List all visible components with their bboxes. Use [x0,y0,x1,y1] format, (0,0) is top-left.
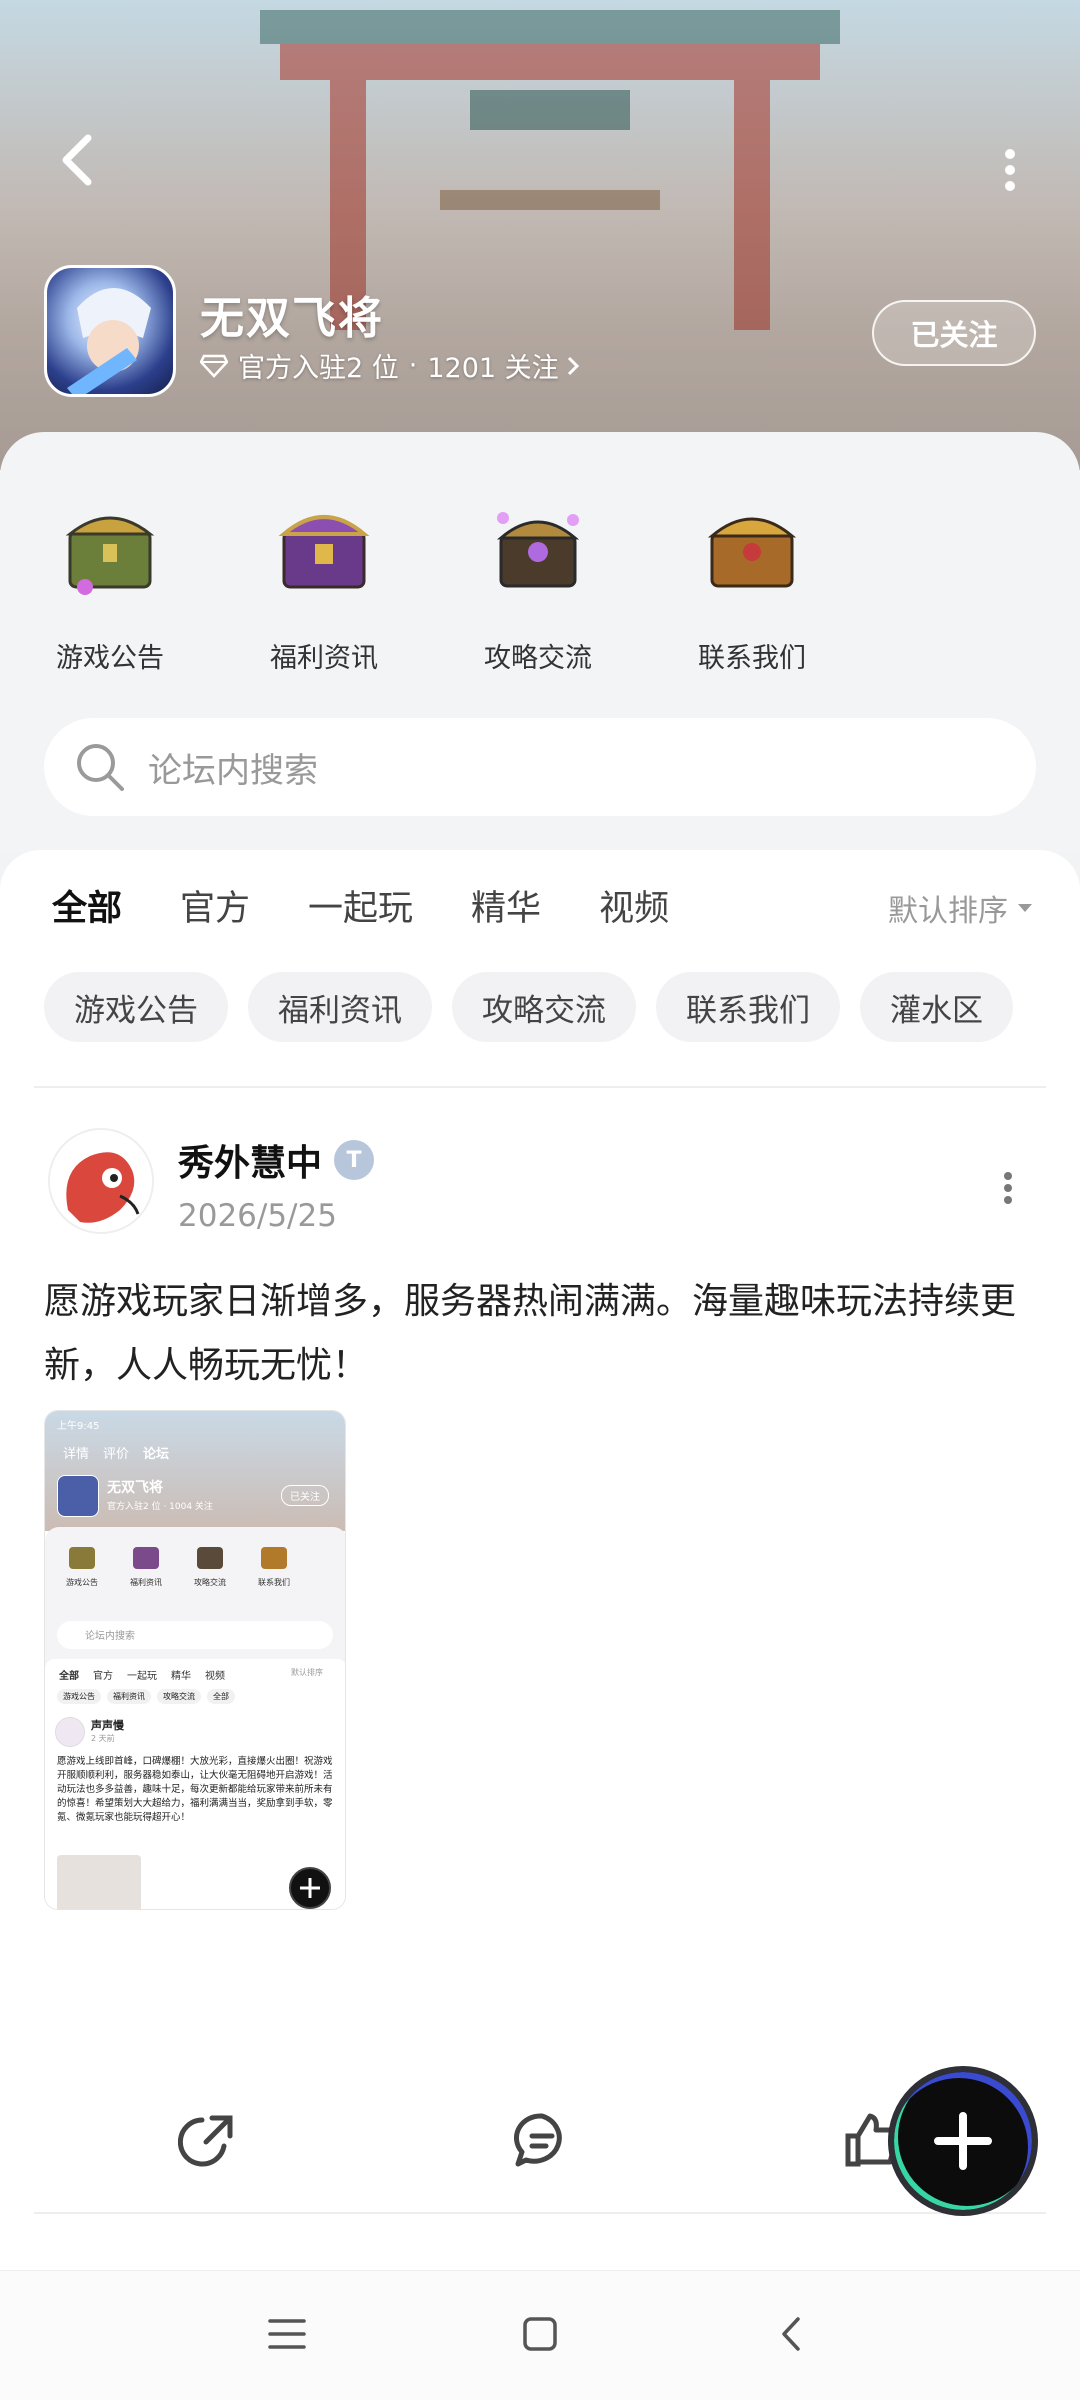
thumb-title: 无双飞将 [107,1480,163,1496]
category-game-announcement[interactable]: 游戏公告 [40,492,180,675]
divider [34,2212,1046,2214]
divider [34,1086,1046,1088]
forum-search-bar[interactable]: 论坛内搜索 [44,718,1036,816]
thumb-cat: 福利资讯 [123,1547,169,1588]
thumb-tab: 详情 [63,1447,90,1462]
tab-video[interactable]: 视频 [599,880,669,931]
thumb-tab: 评价 [103,1447,130,1462]
tab-all[interactable]: 全部 [52,880,122,939]
author-name: 秀外慧中 [178,1143,323,1184]
thumb-tab: 论坛 [143,1447,170,1462]
feed-tabs: 全部 官方 一起玩 精华 视频 [52,880,727,939]
create-post-button[interactable] [888,2066,1038,2216]
diamond-icon [200,354,228,378]
share-icon[interactable] [178,2110,238,2170]
thumb-sort: 默认排序 [291,1668,323,1677]
meta-separator: · [408,350,418,381]
category-contact-us[interactable]: 联系我们 [682,492,822,675]
post-more-icon[interactable] [994,1168,1022,1208]
chip-contact-us[interactable]: 联系我们 [656,972,840,1042]
menu-icon[interactable] [264,2311,310,2357]
post-date: 2026/5/25 [178,1198,337,1234]
thumb-cats: 游戏公告 福利资讯 攻略交流 联系我们 [59,1547,297,1588]
filter-chips: 游戏公告 福利资讯 攻略交流 联系我们 灌水区 [44,972,1013,1042]
search-placeholder: 论坛内搜索 [148,750,318,791]
chip-strategy-exchange[interactable]: 攻略交流 [452,972,636,1042]
plus-icon [934,2112,992,2170]
tab-play-together[interactable]: 一起玩 [308,880,413,931]
search-icon [77,744,124,791]
sort-label: 默认排序 [888,894,1008,929]
tab-featured[interactable]: 精华 [471,880,541,931]
follow-button[interactable]: 已关注 [872,300,1036,366]
thumb-feed-tabs: 全部 官方 一起玩 精华 视频 [59,1671,225,1682]
gold-chest-icon [707,517,797,588]
green-chest-icon [65,516,155,595]
chip-chat-area[interactable]: 灌水区 [860,972,1013,1042]
thumb-sub: 官方入驻2 位 · 1004 关注 [107,1502,213,1512]
thumb-post-image [57,1855,141,1909]
back-arrow-icon[interactable] [50,130,110,190]
thumb-time-ago: 2 天前 [91,1734,115,1743]
category-label: 游戏公告 [56,643,164,674]
thumb-header: 上午9:45 详情 评价 论坛 无双飞将 官方入驻2 位 · 1004 关注 已… [45,1411,345,1531]
more-vertical-icon[interactable] [990,140,1030,200]
category-label: 攻略交流 [484,643,592,674]
forum-feed: 全部 官方 一起玩 精华 视频 默认排序 游戏公告 福利资讯 攻略交流 联系我们… [0,850,1080,2270]
thumb-follow: 已关注 [281,1485,329,1506]
header-banner: 无双飞将 官方入驻2 位 · 1201 关注 已关注 [0,0,1080,470]
comment-icon[interactable] [512,2110,572,2170]
thumb-time: 上午9:45 [57,1421,100,1432]
home-icon[interactable] [517,2311,563,2357]
thumb-post-text: 愿游戏上线即首峰，口碑爆棚！大放光彩，直接爆火出圈！祝游戏开服顺顺利利，服务器稳… [57,1756,333,1823]
sort-dropdown[interactable]: 默认排序 [888,886,1034,930]
gem-chest-icon [496,512,580,588]
thumb-cat: 攻略交流 [187,1547,233,1588]
chip-game-announcement[interactable]: 游戏公告 [44,972,228,1042]
thumb-cat: 游戏公告 [59,1547,105,1588]
post-image[interactable]: 上午9:45 详情 评价 论坛 无双飞将 官方入驻2 位 · 1004 关注 已… [44,1410,346,1910]
thumb-chips: 游戏公告 福利资讯 攻略交流 全部 [57,1689,235,1704]
chevron-right-icon [567,356,579,375]
thumb-author-avatar [55,1717,85,1747]
chip-welfare-news[interactable]: 福利资讯 [248,972,432,1042]
category-panel: 游戏公告 福利资讯 攻略交流 联系我们 论坛内搜索 [0,432,1080,852]
verified-badge-icon: T [334,1140,375,1180]
system-nav-bar [0,2270,1080,2400]
thumb-cat: 联系我们 [251,1547,297,1588]
nav-back-icon[interactable] [770,2311,816,2357]
followers-count: 1201 关注 [427,353,559,384]
game-avatar [44,265,176,397]
thumb-author: 声声慢 [91,1719,124,1732]
thumb-fab-icon [289,1867,331,1909]
thumb-tabs: 详情 评价 论坛 [63,1443,169,1462]
official-count: 官方入驻2 位 [238,353,399,384]
post-author[interactable]: 秀外慧中 T [178,1134,375,1186]
thumb-panel: 游戏公告 福利资讯 攻略交流 联系我们 论坛内搜索 全部 官方 一起玩 精华 视… [45,1527,345,1909]
followers-link[interactable]: 1201 关注 [427,346,580,385]
thumb-game-avatar [57,1475,99,1517]
purple-chest-icon [278,515,370,589]
thumb-search: 论坛内搜索 [57,1621,333,1649]
game-title: 无双飞将 [200,293,384,344]
thumb-feed: 全部 官方 一起玩 精华 视频 默认排序 游戏公告 福利资讯 攻略交流 全部 声… [45,1659,345,1909]
game-meta: 官方入驻2 位 · 1201 关注 [200,346,581,385]
category-label: 联系我们 [698,643,806,674]
author-avatar[interactable] [48,1128,154,1234]
category-label: 福利资讯 [270,643,378,674]
category-strategy-exchange[interactable]: 攻略交流 [468,492,608,675]
tab-official[interactable]: 官方 [180,880,250,931]
caret-down-icon [1018,904,1032,912]
category-welfare-news[interactable]: 福利资讯 [254,492,394,675]
post-content[interactable]: 愿游戏玩家日渐增多，服务器热闹满满。海量趣味玩法持续更新，人人畅玩无忧！ [44,1270,1034,1398]
